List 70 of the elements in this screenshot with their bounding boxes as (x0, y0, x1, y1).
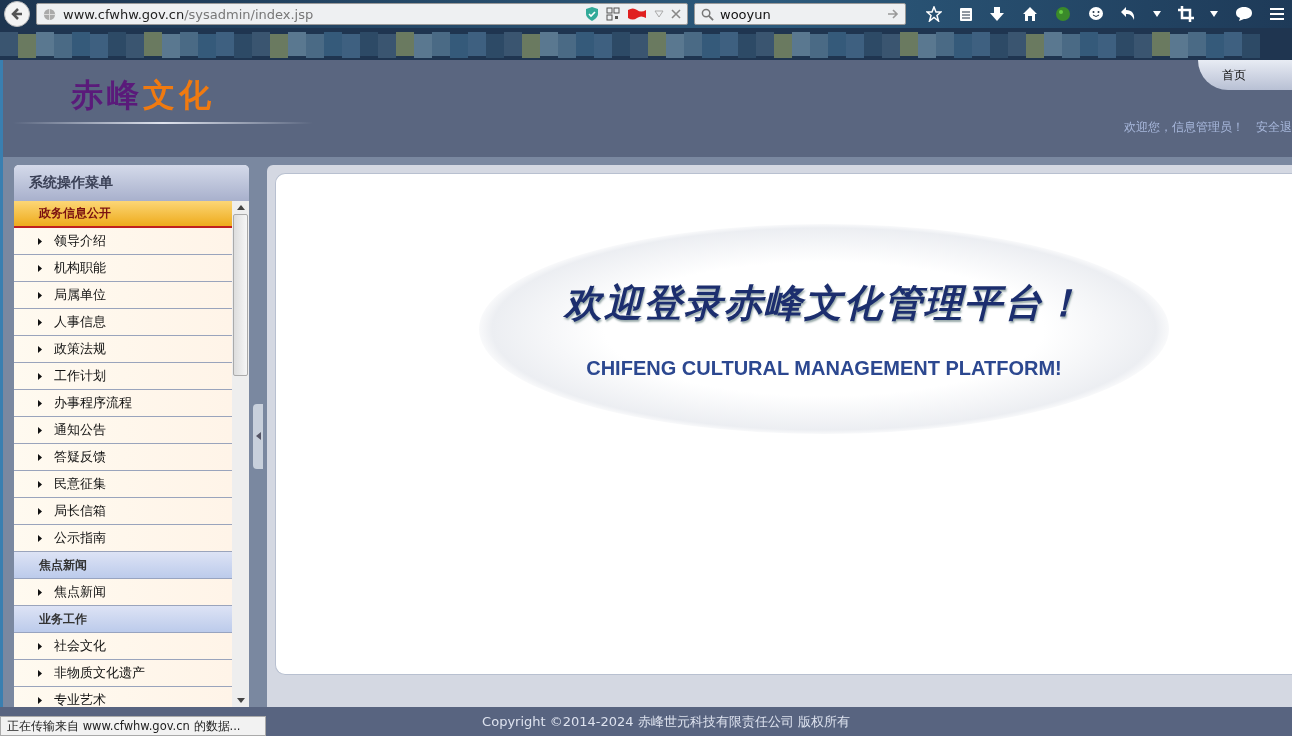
triangle-icon (38, 453, 42, 461)
menu-section-header[interactable]: 业务工作 (14, 606, 232, 633)
shield-icon[interactable] (585, 6, 599, 22)
menu-item[interactable]: 社会文化 (14, 633, 232, 660)
menu-icon[interactable] (1269, 7, 1284, 21)
menu-item[interactable]: 局属单位 (14, 282, 232, 309)
welcome-headline: 欢迎登录赤峰文化管理平台！ (564, 280, 1084, 327)
triangle-icon (38, 237, 42, 245)
sidebar-title: 系统操作菜单 (14, 165, 249, 201)
menu-section-header[interactable]: 焦点新闻 (14, 552, 232, 579)
triangle-icon (38, 669, 42, 677)
collapse-handle[interactable] (253, 403, 263, 469)
search-icon (701, 7, 714, 21)
triangle-icon (38, 507, 42, 515)
flag-icon[interactable] (627, 7, 647, 21)
speech-bubble-icon[interactable] (1235, 6, 1254, 22)
scroll-down-icon[interactable] (236, 698, 245, 703)
home-icon[interactable] (1022, 6, 1039, 22)
triangle-icon (38, 642, 42, 650)
triangle-icon (38, 399, 42, 407)
triangle-icon (38, 318, 42, 326)
triangle-icon (38, 372, 42, 380)
copyright-text: Copyright ©2014-2024 赤峰世元科技有限责任公司 版权所有 (482, 712, 850, 731)
download-icon[interactable] (989, 6, 1006, 22)
triangle-icon (38, 696, 42, 704)
reading-list-icon[interactable] (958, 6, 973, 22)
back-button[interactable] (4, 1, 30, 27)
menu-item[interactable]: 办事程序流程 (14, 390, 232, 417)
triangle-icon (38, 588, 42, 596)
globe-ball-icon[interactable] (1054, 6, 1071, 22)
menu-item[interactable]: 民意征集 (14, 471, 232, 498)
undo-icon[interactable] (1120, 6, 1137, 22)
menu-item[interactable]: 机构职能 (14, 255, 232, 282)
dropdown-icon[interactable] (1153, 11, 1162, 17)
close-icon[interactable] (671, 9, 681, 19)
logo-text: 文化 (143, 76, 215, 114)
triangle-icon (38, 345, 42, 353)
menu-item[interactable]: 人事信息 (14, 309, 232, 336)
search-field[interactable]: wooyun (694, 3, 906, 25)
menu-item[interactable]: 局长信箱 (14, 498, 232, 525)
menu-item[interactable]: 答疑反馈 (14, 444, 232, 471)
back-arrow-icon (9, 6, 25, 22)
menu-item[interactable]: 政策法规 (14, 336, 232, 363)
triangle-icon (38, 264, 42, 272)
menu-section-header[interactable]: 政务信息公开 (14, 201, 232, 228)
scroll-up-icon[interactable] (236, 205, 245, 210)
welcome-text: 欢迎您，信息管理员！ (1124, 119, 1244, 136)
crop-icon[interactable] (1177, 6, 1194, 22)
menu-item[interactable]: 专业艺术 (14, 687, 232, 707)
triangle-icon (38, 426, 42, 434)
menu-item[interactable]: 焦点新闻 (14, 579, 232, 606)
triangle-icon (38, 480, 42, 488)
address-bar[interactable]: www.cfwhw.gov.cn/sysadmin/index.jsp (36, 3, 688, 25)
logo-text: 赤峰 (71, 76, 143, 114)
star-icon[interactable] (926, 6, 942, 22)
menu-item[interactable]: 通知公告 (14, 417, 232, 444)
menu-item[interactable]: 非物质文化遗产 (14, 660, 232, 687)
triangle-icon (38, 291, 42, 299)
home-tab[interactable]: 首页 (1198, 60, 1292, 90)
menu-item[interactable]: 领导介绍 (14, 228, 232, 255)
triangle-icon (38, 534, 42, 542)
status-tooltip: 正在传输来自 www.cfwhw.gov.cn 的数据... (0, 716, 266, 736)
globe-icon (43, 7, 56, 21)
smiley-icon[interactable] (1087, 6, 1104, 22)
menu-item[interactable]: 公示指南 (14, 525, 232, 552)
dropdown-icon[interactable] (1210, 11, 1219, 17)
scrollbar[interactable] (232, 201, 249, 707)
menu-item[interactable]: 工作计划 (14, 363, 232, 390)
qr-code-icon[interactable] (606, 7, 620, 21)
platform-subtitle: CHIFENG CULTURAL MANAGEMENT PLATFORM! (586, 357, 1062, 380)
